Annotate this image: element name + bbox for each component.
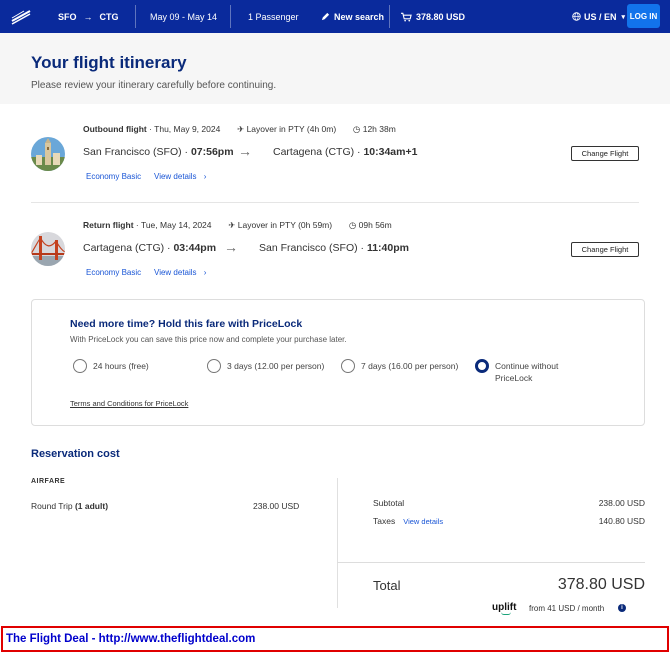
divider [230, 5, 231, 28]
chevron-right-icon: › [203, 268, 207, 277]
flight-label: Return flight [83, 220, 134, 230]
pricelock-option-3d[interactable]: 3 days (12.00 per person) [207, 359, 324, 373]
pricelock-option-7d[interactable]: 7 days (16.00 per person) [341, 359, 458, 373]
cart-total-button[interactable]: 378.80 USD [401, 0, 465, 33]
airline-logo-icon[interactable] [10, 6, 32, 26]
banner-text[interactable]: The Flight Deal - http://www.theflightde… [6, 633, 255, 645]
radio-button[interactable] [341, 359, 355, 373]
view-details-link[interactable]: View details › [154, 172, 206, 181]
clock-icon: ◷ [348, 220, 357, 230]
origin-code: SFO [58, 11, 77, 22]
arrival-time: 11:40pm [366, 242, 409, 254]
option-label: 7 days (16.00 per person) [361, 361, 459, 371]
reservation-title: Reservation cost [31, 448, 120, 460]
travel-dates[interactable]: May 09 - May 14 [150, 0, 217, 33]
uplift-monthly-text: from 41 USD / month [529, 604, 605, 613]
radio-button[interactable] [73, 359, 87, 373]
divider [31, 202, 639, 203]
page-title: Your flight itinerary [31, 53, 187, 72]
plane-icon: ✈ [228, 220, 236, 230]
divider [337, 562, 645, 563]
top-navigation-bar: SFO → CTG May 09 - May 14 1 Passenger Ne… [0, 0, 670, 33]
arrival-city: Cartagena (CTG) [273, 146, 355, 158]
clock-icon: ◷ [352, 124, 361, 134]
chevron-down-icon: ▾ [621, 13, 626, 21]
radio-button-selected[interactable] [475, 359, 489, 373]
option-label: 3 days (12.00 per person) [227, 361, 325, 371]
airfare-label: AIRFARE [31, 478, 66, 485]
taxes-label: Taxes View details [373, 516, 444, 526]
round-trip-label: Round Trip (1 adult) [31, 501, 109, 511]
departure-time: 03:44pm [173, 242, 217, 254]
san-francisco-city-image [31, 137, 65, 171]
radio-button[interactable] [207, 359, 221, 373]
taxes-value: 140.80 USD [598, 516, 645, 526]
route-summary[interactable]: SFO → CTG [58, 0, 119, 33]
pricelock-option-none[interactable]: Continue without PriceLock [475, 359, 585, 384]
cart-icon [401, 12, 412, 21]
pricelock-subtitle: With PriceLock you can save this price n… [70, 335, 347, 344]
subtotal-label: Subtotal [373, 498, 405, 508]
taxes-view-details-link[interactable]: View details [403, 517, 443, 526]
return-departure: Cartagena (CTG) · 03:44pm [83, 242, 217, 254]
change-outbound-flight-button[interactable]: Change Flight [571, 146, 639, 161]
flight-label: Outbound flight [83, 124, 147, 134]
globe-icon [572, 12, 581, 21]
change-return-flight-button[interactable]: Change Flight [571, 242, 639, 257]
flight-date: Tue, May 14, 2024 [140, 220, 212, 230]
pricelock-terms-link[interactable]: Terms and Conditions for PriceLock [70, 399, 188, 408]
golden-gate-bridge-image [31, 232, 65, 266]
arrival-time: 10:34am+1 [363, 146, 418, 158]
layover-text: Layover in PTY (0h 59m) [237, 220, 333, 230]
flight-duration: 12h 38m [362, 124, 396, 134]
login-button[interactable]: LOG IN [627, 4, 660, 28]
subtotal-value: 238.00 USD [598, 498, 645, 508]
plane-icon: ✈ [237, 124, 245, 134]
divider [337, 478, 338, 608]
pricelock-title: Need more time? Hold this fare with Pric… [70, 318, 303, 330]
total-label: Total [373, 578, 401, 593]
uplift-smile-icon [501, 612, 511, 615]
pricelock-panel: Need more time? Hold this fare with Pric… [31, 299, 645, 426]
round-trip-value: 238.00 USD [253, 501, 300, 511]
fare-class-link[interactable]: Economy Basic [86, 172, 141, 181]
info-icon[interactable]: i [618, 604, 626, 612]
arrow-right-icon: → [83, 11, 93, 22]
divider [135, 5, 136, 28]
outbound-departure: San Francisco (SFO) · 07:56pm [83, 146, 234, 158]
departure-city: Cartagena (CTG) [83, 242, 165, 254]
return-arrival: San Francisco (SFO) · 11:40pm [259, 242, 409, 254]
return-flight-header: Return flight · Tue, May 14, 2024 ✈ Layo… [83, 220, 392, 230]
fare-class-link[interactable]: Economy Basic [86, 268, 141, 277]
total-value: 378.80 USD [557, 576, 645, 593]
arrival-city: San Francisco (SFO) [259, 242, 358, 254]
arrow-right-icon: → [238, 143, 252, 159]
view-details-link[interactable]: View details › [154, 268, 206, 277]
divider [389, 5, 390, 28]
locale-selector[interactable]: US / EN ▾ [572, 0, 625, 33]
cart-total-value: 378.80 USD [416, 11, 466, 22]
departure-city: San Francisco (SFO) [83, 146, 182, 158]
pricelock-option-24h[interactable]: 24 hours (free) [73, 359, 149, 373]
pencil-icon [321, 12, 330, 21]
layover-text: Layover in PTY (4h 0m) [246, 124, 337, 134]
chevron-right-icon: › [203, 172, 207, 181]
destination-code: CTG [99, 11, 119, 22]
new-search-label: New search [334, 11, 385, 22]
flight-duration: 09h 56m [358, 220, 392, 230]
locale-label: US / EN [584, 11, 617, 22]
option-label: Continue without PriceLock [495, 361, 559, 383]
flight-date: Thu, May 9, 2024 [154, 124, 221, 134]
arrow-right-icon: → [224, 239, 238, 255]
option-label: 24 hours (free) [93, 361, 149, 371]
page-subtitle: Please review your itinerary carefully b… [31, 80, 277, 91]
flight-deal-banner: The Flight Deal - http://www.theflightde… [1, 626, 669, 652]
departure-time: 07:56pm [190, 146, 234, 158]
outbound-flight-header: Outbound flight · Thu, May 9, 2024 ✈ Lay… [83, 124, 396, 134]
passenger-count[interactable]: 1 Passenger [248, 0, 299, 33]
new-search-button[interactable]: New search [321, 0, 384, 33]
outbound-arrival: Cartagena (CTG) · 10:34am+1 [273, 146, 418, 158]
